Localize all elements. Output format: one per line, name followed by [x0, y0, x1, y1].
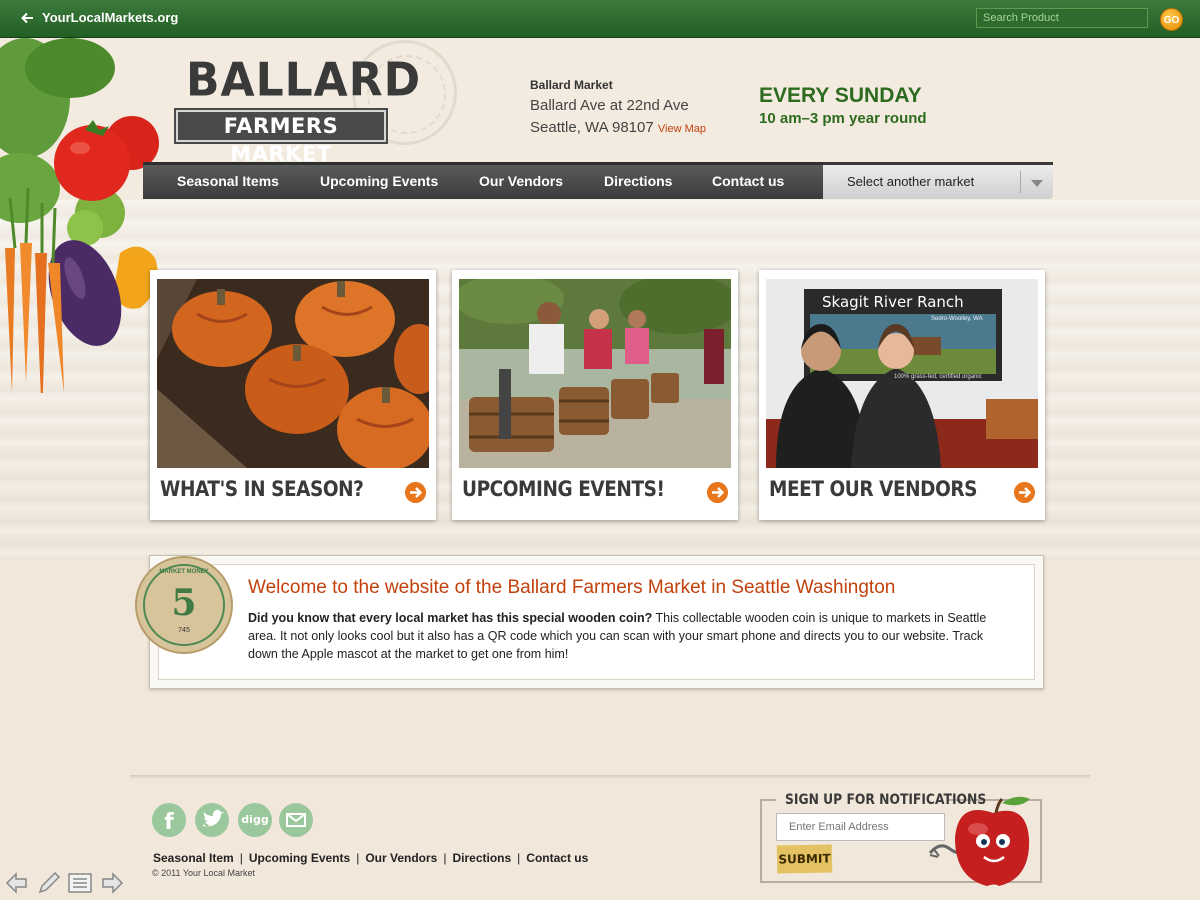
chevron-down-icon	[1031, 180, 1043, 187]
twitter-icon[interactable]	[195, 803, 229, 837]
top-bar: YourLocalMarkets.org GO	[0, 0, 1200, 38]
market-select-label: Select another market	[847, 174, 975, 189]
footer-link-directions[interactable]: Directions	[452, 851, 511, 865]
market-schedule: EVERY SUNDAY 10 am–3 pm year round	[759, 84, 927, 127]
card-whats-in-season[interactable]: WHAT'S IN SEASON?	[150, 270, 436, 520]
list-icon[interactable]	[67, 870, 93, 896]
nav-our-vendors[interactable]: Our Vendors	[479, 173, 563, 189]
footer-link-seasonal-item[interactable]: Seasonal Item	[153, 851, 234, 865]
welcome-text: Did you know that every local market has…	[248, 609, 1008, 663]
wooden-coin-image: 5 MARKET MONEY 745	[134, 555, 234, 655]
back-link-label: YourLocalMarkets.org	[42, 10, 179, 25]
coin-top-text: MARKET MONEY	[159, 569, 209, 575]
card-meet-our-vendors[interactable]: Skagit River Ranch Sedro-Woolley, WA 100…	[759, 270, 1045, 520]
vendor-banner-location: Sedro-Woolley, WA	[931, 316, 983, 322]
view-map-link[interactable]: View Map	[658, 123, 706, 135]
schedule-day: EVERY SUNDAY	[759, 84, 922, 107]
street-address: Ballard Ave at 22nd Ave	[530, 97, 689, 114]
back-arrow-icon	[21, 12, 33, 23]
facebook-icon[interactable]: f	[152, 803, 186, 837]
welcome-panel: Welcome to the website of the Ballard Fa…	[149, 555, 1044, 689]
footer-link-our-vendors[interactable]: Our Vendors	[365, 851, 437, 865]
nav-upcoming-events[interactable]: Upcoming Events	[320, 173, 438, 189]
city-state-zip: Seattle, WA 98107	[530, 119, 654, 136]
nav-directions[interactable]: Directions	[604, 173, 672, 189]
card-title: WHAT'S IN SEASON?	[160, 477, 364, 501]
vendor-banner-note: 100% grass-fed, certified organic	[894, 374, 982, 380]
logo-subtitle: FARMERS MARKET	[174, 108, 388, 166]
apple-mascot	[928, 796, 1030, 886]
coin-value: 5	[171, 582, 197, 624]
back-arrow-icon[interactable]	[4, 870, 30, 896]
digg-icon[interactable]: digg	[238, 803, 272, 837]
copyright-text: © 2011 Your Local Market	[152, 868, 256, 878]
welcome-heading: Welcome to the website of the Ballard Fa…	[248, 577, 896, 598]
nav-seasonal-items[interactable]: Seasonal Items	[177, 173, 279, 189]
footer-link-contact-us[interactable]: Contact us	[526, 851, 588, 865]
schedule-hours: 10 am–3 pm year round	[759, 110, 927, 127]
digg-label: digg	[241, 813, 269, 826]
search-input[interactable]	[976, 8, 1148, 28]
arrow-right-icon[interactable]	[405, 482, 426, 503]
city-line: Seattle, WA 98107 View Map	[530, 119, 706, 136]
market-select-dropdown[interactable]: Select another market	[823, 162, 1053, 199]
go-button[interactable]: GO	[1160, 8, 1183, 31]
market-address: Ballard Market Ballard Ave at 22nd Ave S…	[530, 78, 706, 136]
arrow-right-icon[interactable]	[707, 482, 728, 503]
footer-link-separator: |	[443, 851, 447, 865]
nav-contact-us[interactable]: Contact us	[712, 173, 784, 189]
footer-links: Seasonal Item | Upcoming Events | Our Vendor…	[153, 851, 588, 865]
welcome-bold-intro: Did you know that every local market has…	[248, 611, 653, 625]
market-logo[interactable]: BALLARD FARMERS MARKET	[172, 53, 462, 166]
card-upcoming-events[interactable]: UPCOMING EVENTS!	[452, 270, 738, 520]
card-title: MEET OUR VENDORS	[769, 477, 978, 501]
dropdown-divider	[1020, 171, 1021, 193]
svg-text:f: f	[164, 810, 174, 835]
main-nav: Seasonal Items Upcoming Events Our Vendo…	[143, 162, 823, 199]
mail-icon[interactable]	[279, 803, 313, 837]
footer-divider	[130, 775, 1090, 779]
email-field[interactable]	[776, 813, 945, 841]
grape-stomping-photo	[459, 279, 731, 468]
logo-title: BALLARD	[186, 53, 422, 108]
signup-border	[760, 799, 776, 801]
pumpkins-photo	[157, 279, 429, 468]
back-link[interactable]: YourLocalMarkets.org	[20, 10, 178, 25]
pencil-icon[interactable]	[36, 870, 62, 896]
vegetables-illustration	[0, 38, 159, 393]
forward-arrow-icon[interactable]	[99, 870, 125, 896]
market-name: Ballard Market	[530, 78, 613, 92]
vendors-photo: Skagit River Ranch Sedro-Woolley, WA 100…	[766, 279, 1038, 468]
card-title: UPCOMING EVENTS!	[462, 477, 665, 501]
vendor-banner-name: Skagit River Ranch	[822, 293, 964, 311]
coin-serial: 745	[178, 627, 190, 634]
footer-link-separator: |	[356, 851, 360, 865]
footer-link-separator: |	[517, 851, 521, 865]
arrow-right-icon[interactable]	[1014, 482, 1035, 503]
footer-link-separator: |	[239, 851, 243, 865]
submit-button[interactable]: SUBMIT	[776, 844, 833, 874]
footer-link-upcoming-events[interactable]: Upcoming Events	[249, 851, 350, 865]
